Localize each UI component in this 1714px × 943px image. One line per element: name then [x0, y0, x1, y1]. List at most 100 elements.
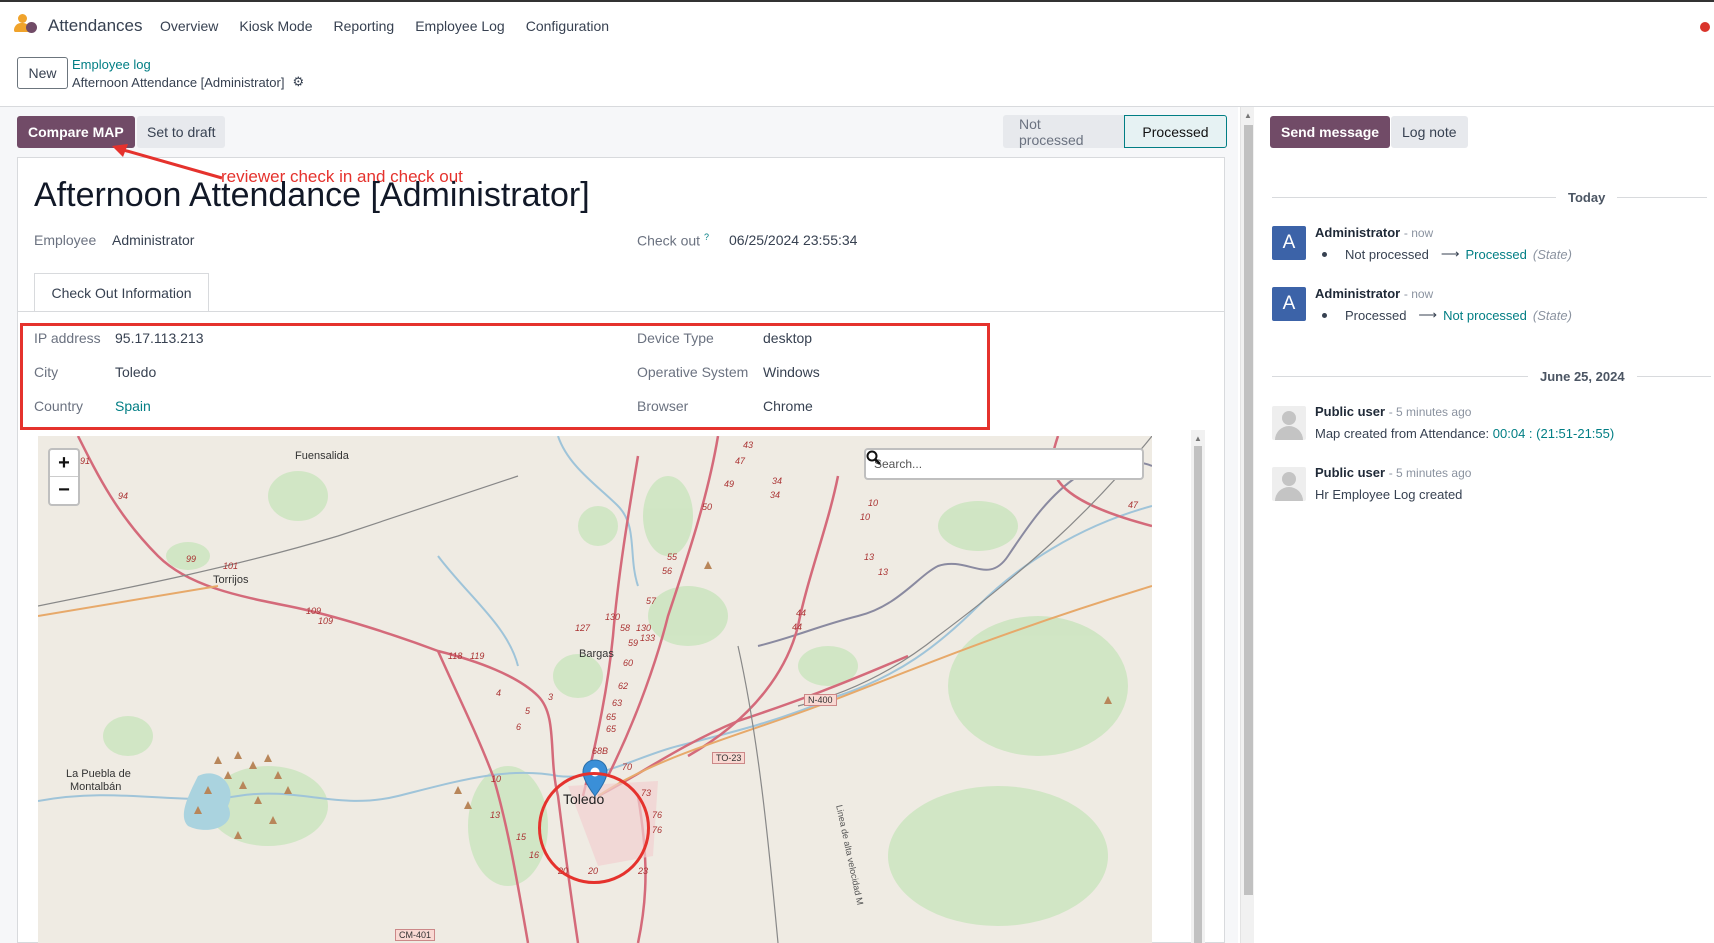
gear-icon[interactable]: ⚙	[292, 74, 304, 90]
zoom-out-button[interactable]: −	[50, 477, 78, 504]
checkout-label: Check out ?	[637, 232, 709, 249]
message-author-name[interactable]: Public user	[1315, 465, 1385, 480]
zoom-in-button[interactable]: +	[50, 450, 78, 477]
arrow-right-icon: ⟶	[1440, 246, 1460, 261]
road-number: 127	[575, 623, 591, 633]
tracking-new-value: Not processed	[1443, 307, 1527, 323]
road-number: 57	[646, 596, 657, 606]
menu-item-employee-log[interactable]: Employee Log	[415, 18, 505, 34]
app-title[interactable]: Attendances	[48, 16, 143, 36]
date-separator: June 25, 2024	[1272, 368, 1714, 384]
scroll-up-icon[interactable]: ▲	[1194, 434, 1202, 443]
message-body-text: Map created from Attendance:	[1315, 426, 1493, 441]
road-tag: N-400	[804, 694, 837, 706]
road-number: 94	[118, 491, 129, 501]
stage-not-processed[interactable]: Not processed	[1003, 115, 1124, 148]
message-author[interactable]: Public user - 5 minutes ago	[1315, 404, 1471, 419]
road-number: 59	[628, 638, 639, 648]
message-time: - 5 minutes ago	[1388, 466, 1472, 480]
message-author-name[interactable]: Administrator	[1315, 286, 1400, 301]
road-number: 58	[620, 623, 631, 633]
tracking-field: (State)	[1532, 307, 1572, 323]
place-label: La Puebla de	[66, 768, 131, 780]
road-number: 76	[652, 810, 663, 820]
road-number: 6	[516, 722, 522, 732]
road-number: 43	[743, 440, 754, 450]
menu-item-kiosk-mode[interactable]: Kiosk Mode	[239, 18, 312, 34]
map-scrollbar[interactable]: ▲	[1191, 430, 1205, 943]
main-menu: Overview Kiosk Mode Reporting Employee L…	[160, 18, 609, 34]
log-note-button[interactable]: Log note	[1391, 116, 1468, 148]
menu-item-reporting[interactable]: Reporting	[334, 18, 395, 34]
scroll-up-icon[interactable]: ▲	[1244, 111, 1252, 120]
scrollbar-thumb[interactable]	[1244, 125, 1253, 895]
road-number: 68B	[592, 746, 609, 756]
road-number: 65	[606, 724, 617, 734]
tracking-line: Processed ⟶ Not processed (State)	[1322, 307, 1572, 323]
tracking-old-value: Processed	[1345, 307, 1407, 323]
annotation-highlight-box	[20, 323, 990, 430]
place-label: Bargas	[579, 648, 614, 660]
message-author-name[interactable]: Public user	[1315, 404, 1385, 419]
avatar[interactable]: A	[1272, 287, 1306, 321]
road-number: 56	[662, 566, 673, 576]
tracking-line: Not processed ⟶ Processed (State)	[1322, 246, 1572, 262]
tab-check-out-information[interactable]: Check Out Information	[34, 273, 209, 312]
checkout-value[interactable]: 06/25/2024 23:55:34	[729, 232, 857, 248]
road-number: 60	[623, 658, 634, 668]
employee-value[interactable]: Administrator	[112, 232, 194, 248]
message-body-link[interactable]: 00:04 : (21:51-21:55)	[1493, 426, 1614, 441]
road-number: 44	[792, 622, 803, 632]
message-author[interactable]: Public user - 5 minutes ago	[1315, 465, 1471, 480]
date-separator-label: Today	[1568, 189, 1606, 205]
road-number: 47	[1128, 500, 1139, 510]
new-button[interactable]: New	[17, 57, 68, 89]
road-number: 130	[605, 612, 621, 622]
send-message-button[interactable]: Send message	[1270, 116, 1391, 148]
road-number: 73	[641, 788, 652, 798]
help-icon[interactable]: ?	[704, 232, 709, 242]
status-dot-icon	[1700, 22, 1710, 32]
arrow-right-icon: ⟶	[1418, 307, 1438, 322]
road-number: 44	[796, 608, 807, 618]
place-label: Montalbán	[70, 781, 122, 793]
avatar[interactable]	[1272, 406, 1306, 440]
message-time: - now	[1403, 287, 1434, 301]
breadcrumb-parent[interactable]: Employee log	[72, 57, 151, 72]
search-icon	[866, 450, 881, 465]
message-author[interactable]: Administrator - now	[1315, 225, 1433, 240]
road-tag: CM-401	[395, 929, 436, 941]
road-number: 13	[878, 567, 889, 577]
road-number: 47	[735, 456, 746, 466]
message-body: Map created from Attendance: 00:04 : (21…	[1315, 426, 1614, 441]
stage-processed[interactable]: Processed	[1124, 115, 1227, 148]
bullet-icon	[1322, 312, 1327, 318]
top-navbar: Attendances Overview Kiosk Mode Reportin…	[0, 0, 1714, 44]
road-number: 23	[638, 866, 649, 876]
road-number: 34	[772, 476, 783, 486]
avatar[interactable]	[1272, 467, 1306, 501]
message-author-name[interactable]: Administrator	[1315, 225, 1400, 240]
road-number: 99	[186, 554, 197, 564]
form-scrollbar[interactable]: ▲	[1240, 107, 1254, 943]
message-body: Hr Employee Log created	[1315, 487, 1462, 502]
road-number: 16	[529, 850, 540, 860]
road-number: 118	[448, 651, 463, 661]
tab-divider	[18, 311, 1224, 312]
road-number: 91	[80, 456, 91, 466]
message-author[interactable]: Administrator - now	[1315, 286, 1433, 301]
tracking-old-value: Not processed	[1345, 246, 1429, 262]
tracking-field: (State)	[1532, 246, 1572, 262]
scrollbar-thumb[interactable]	[1194, 446, 1202, 943]
road-number: 133	[640, 633, 656, 643]
avatar[interactable]: A	[1272, 226, 1306, 260]
road-number: 101	[223, 561, 239, 571]
road-number: 65	[606, 712, 617, 722]
menu-item-configuration[interactable]: Configuration	[526, 18, 609, 34]
menu-item-overview[interactable]: Overview	[160, 18, 218, 34]
road-number: 5	[525, 706, 531, 716]
message-time: - now	[1403, 226, 1434, 240]
attendances-app-icon[interactable]	[14, 14, 38, 36]
road-number: 119	[470, 651, 485, 661]
map-search-box[interactable]: Search...	[864, 448, 1144, 480]
